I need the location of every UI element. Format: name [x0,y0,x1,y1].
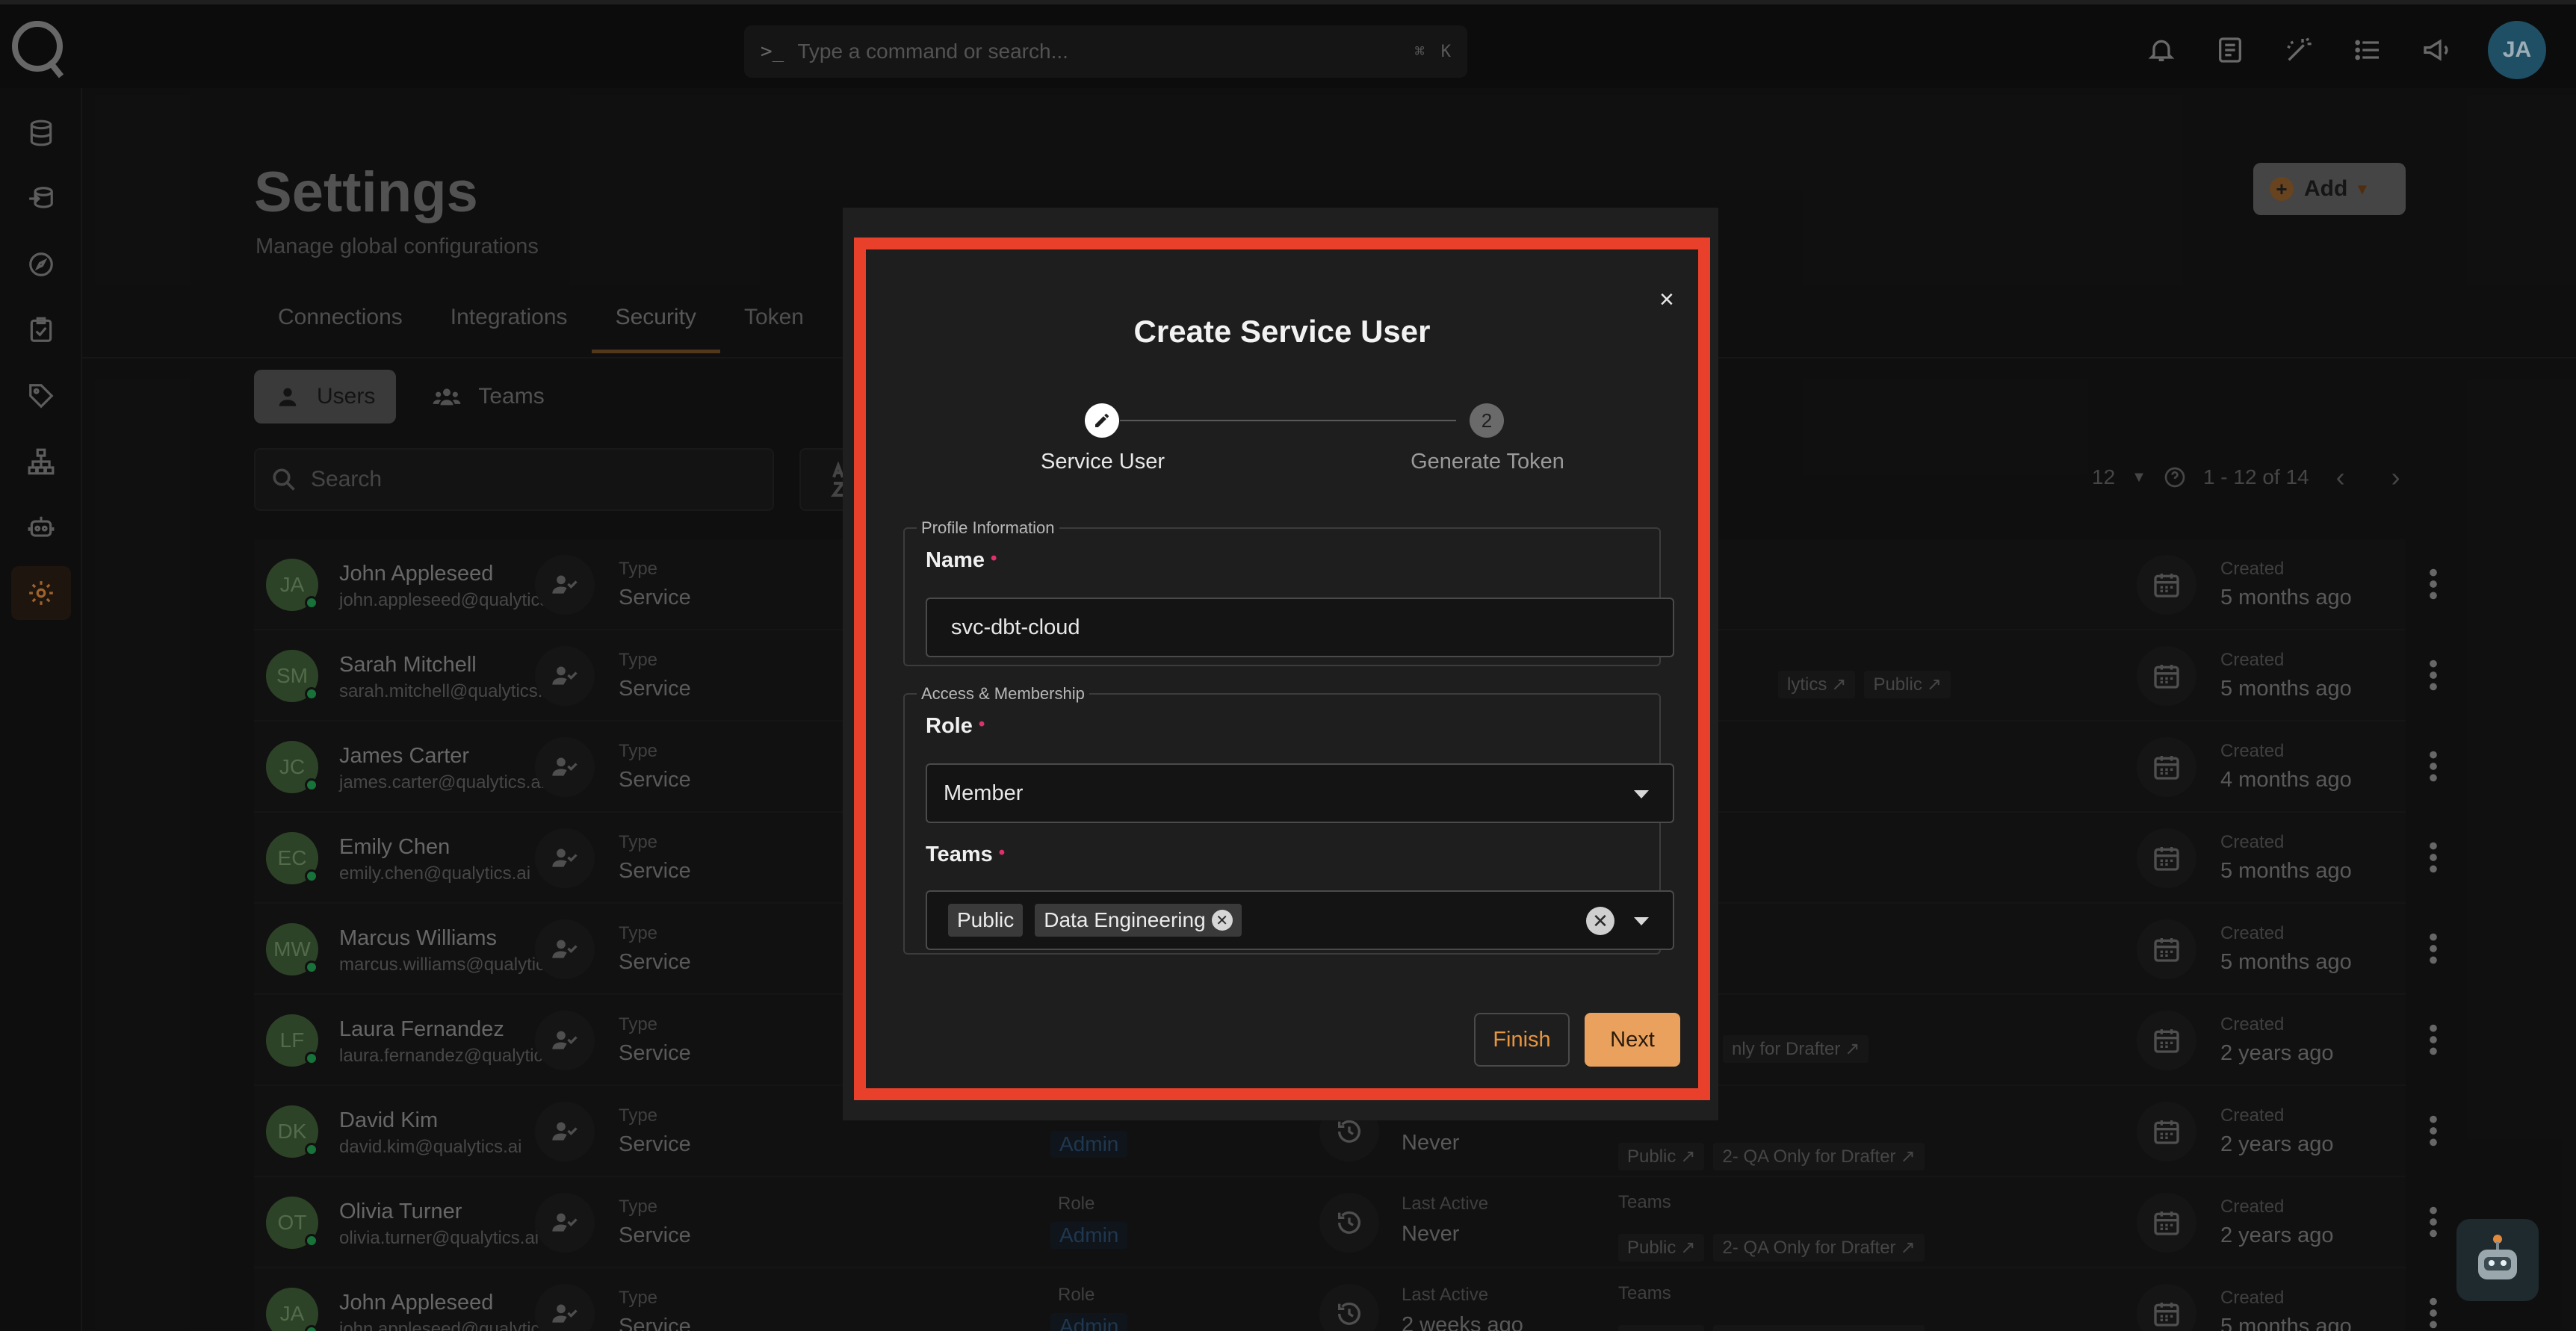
role-select-value: Member [944,781,1024,805]
team-tag-public: Public [948,904,1024,937]
name-label: Name • [926,548,997,572]
access-membership-section: Access & Membership Role • Member Teams • … [903,684,1674,955]
required-marker: • [991,548,997,568]
teams-label: Teams • [926,843,1006,866]
step-1-label: Service User [1041,450,1165,474]
team-tag-data-engineering: Data Engineering ✕ [1035,904,1242,937]
required-marker: • [998,843,1006,863]
caret-down-icon [1634,790,1649,798]
create-service-user-dialog: Create Service User × 2 Service User Gen… [854,238,1710,1100]
profile-information-section: Profile Information Name • svc-dbt-cloud [903,518,1674,666]
name-input[interactable]: svc-dbt-cloud [926,598,1674,657]
step-2-label: Generate Token [1411,450,1564,474]
close-icon[interactable]: × [1659,285,1674,314]
teams-multiselect[interactable]: Public Data Engineering ✕ ✕ [926,890,1674,950]
required-marker: • [978,714,985,734]
step-2-number: 2 [1470,403,1504,438]
next-button[interactable]: Next [1585,1013,1680,1067]
profile-information-legend: Profile Information [921,518,1055,537]
clear-selection-icon[interactable]: ✕ [1586,907,1614,935]
assistant-bot-icon[interactable] [2456,1219,2539,1301]
step-1-pencil-icon [1085,403,1119,438]
dialog-title: Create Service User [1133,314,1431,349]
access-membership-legend: Access & Membership [921,684,1085,703]
caret-down-icon[interactable] [1634,917,1649,925]
role-select[interactable]: Member [926,763,1674,823]
finish-button[interactable]: Finish [1474,1013,1570,1067]
stepper-connector [1120,420,1456,421]
role-label: Role • [926,714,985,738]
remove-tag-icon[interactable]: ✕ [1211,910,1233,931]
